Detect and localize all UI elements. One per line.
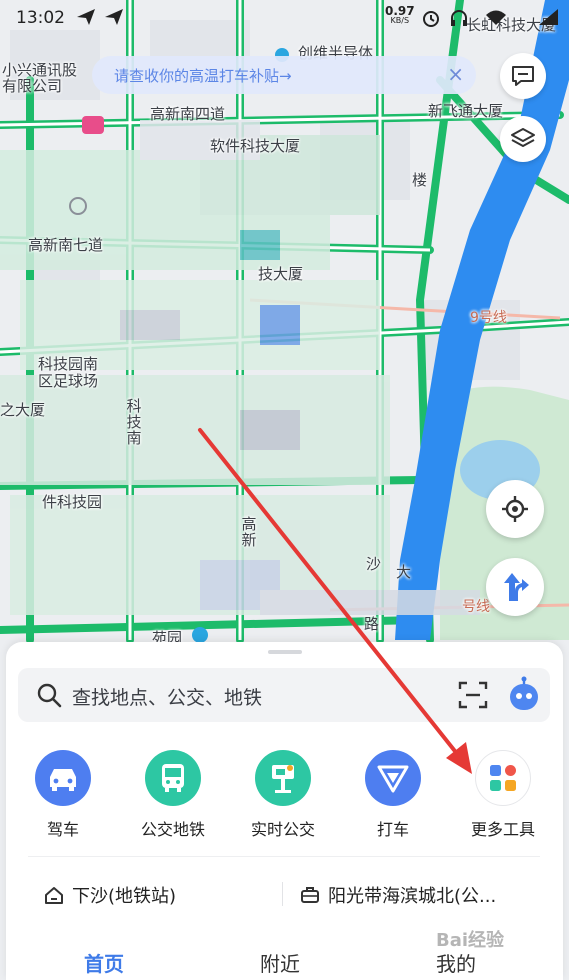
message-icon [512, 66, 534, 86]
car-icon [35, 750, 91, 806]
quick-action-transit[interactable]: 公交地铁 [128, 750, 218, 840]
divider [28, 856, 540, 857]
layers-icon [511, 128, 535, 147]
recent-place-label[interactable]: 下沙(地铁站) [72, 886, 176, 907]
map-label: 新飞通大厦 [428, 102, 504, 120]
quick-action-label: 打车 [376, 820, 409, 839]
sheet-grabber[interactable] [268, 650, 302, 654]
quick-action-realtime-bus[interactable]: 实时公交 [238, 750, 328, 840]
map-label: 有限公司 [2, 77, 63, 95]
quick-action-taxi[interactable]: 打车 [348, 750, 438, 840]
taxi-icon [365, 750, 421, 806]
map-label: 件科技园 [42, 493, 103, 511]
locate-button[interactable] [486, 480, 544, 538]
map-label: 高新南四道 [150, 105, 226, 123]
bus-icon [145, 750, 201, 806]
search-placeholder[interactable]: 查找地点、公交、地铁 [72, 683, 262, 710]
quick-action-label: 实时公交 [250, 820, 315, 839]
status-bar: 13:02 0.97 KB/S [0, 0, 569, 36]
network-speed: 0.97 KB/S [385, 4, 415, 26]
quick-action-label: 更多工具 [470, 820, 535, 839]
map-label: 路 [364, 615, 380, 633]
locate-icon [502, 496, 528, 522]
tab-mine[interactable]: 我的 [436, 948, 476, 977]
close-icon[interactable]: × [447, 62, 464, 86]
status-time: 13:02 [16, 8, 65, 28]
route-button[interactable] [486, 558, 544, 616]
map-label: 技大厦 [258, 265, 304, 283]
send-icon [76, 8, 96, 30]
network-speed-value: 0.97 [385, 4, 415, 18]
quick-action-drive[interactable]: 驾车 [18, 750, 108, 840]
recent-place-label[interactable]: 阳光带海滨城北(公... [328, 886, 496, 907]
metro-line-label: 9号线 [470, 310, 507, 326]
recent-place-work[interactable]: 阳光带海滨城北(公... [300, 882, 496, 908]
wifi-icon [484, 8, 508, 30]
bus-stop-icon [255, 750, 311, 806]
notice-text[interactable]: 请查收你的高温打车补贴→ [114, 65, 292, 86]
quick-action-label: 驾车 [46, 820, 79, 839]
signal-icon [538, 8, 560, 30]
metro-line-label: 号线 [462, 599, 490, 615]
search-input[interactable]: 查找地点、公交、地铁 [18, 668, 550, 722]
map-label: 科技南 [124, 398, 143, 446]
subsidy-notice-banner[interactable]: 请查收你的高温打车补贴→ × [92, 56, 476, 94]
tab-nearby[interactable]: 附近 [260, 948, 300, 977]
assistant-robot-icon[interactable] [506, 676, 542, 714]
map-label: 沙 [366, 555, 382, 573]
briefcase-icon [301, 887, 319, 903]
layers-button[interactable] [500, 116, 546, 162]
headphones-icon [450, 8, 468, 32]
quick-action-label: 公交地铁 [140, 820, 205, 839]
alarm-icon [421, 8, 441, 32]
feedback-button[interactable] [500, 53, 546, 99]
home-icon [45, 887, 63, 904]
map-label: 楼 [412, 171, 428, 189]
map-label: 软件科技大厦 [210, 137, 301, 155]
divider [282, 882, 283, 906]
tab-home[interactable]: 首页 [84, 948, 124, 977]
search-icon [37, 683, 62, 708]
map-label: 之大厦 [0, 401, 46, 419]
route-arrow-icon [504, 573, 529, 601]
recent-place-home[interactable]: 下沙(地铁站) [44, 882, 176, 908]
send-icon [104, 8, 124, 30]
map-label: 大 [396, 563, 412, 581]
quick-action-more-tools[interactable]: 更多工具 [458, 750, 548, 840]
watermark: Bai经验 [436, 930, 505, 951]
map-label: 高新 [239, 516, 258, 548]
map-label: 区足球场 [38, 372, 99, 390]
scan-icon[interactable] [458, 681, 488, 709]
map-label: 高新南七道 [28, 236, 104, 254]
more-tools-icon [475, 750, 531, 806]
map-label: 科技园南 [38, 355, 99, 373]
